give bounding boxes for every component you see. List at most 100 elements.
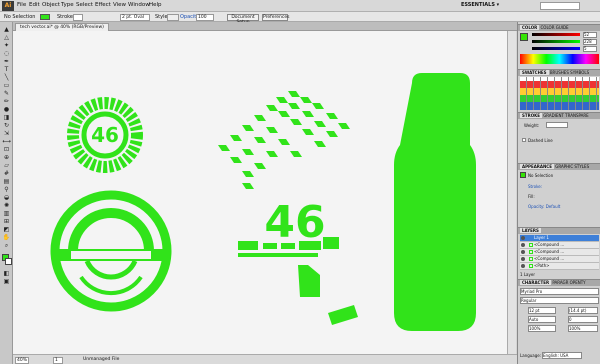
tab-layers[interactable]: LAYERS bbox=[520, 228, 541, 233]
document-setup-button[interactable]: Document Setup bbox=[227, 13, 259, 25]
stroke-panel-tabs[interactable]: STROKE GRADIENT TRANSPARE bbox=[518, 112, 600, 119]
direct-selection-tool-icon[interactable]: △ bbox=[2, 34, 11, 41]
tab-swatches[interactable]: SWATCHES bbox=[520, 70, 549, 75]
shape-builder-tool-icon[interactable]: ⊕ bbox=[2, 154, 11, 161]
tab-color-guide[interactable]: COLOR GUIDE bbox=[541, 25, 569, 30]
layer-row[interactable]: <Path> bbox=[520, 263, 599, 270]
menu-view[interactable]: View bbox=[113, 2, 126, 8]
perspective-grid-tool-icon[interactable]: ▱ bbox=[2, 162, 11, 169]
style-field[interactable] bbox=[167, 13, 179, 21]
kerning-field[interactable]: Auto bbox=[528, 316, 556, 323]
color-fill-swatch[interactable] bbox=[520, 33, 528, 41]
magic-wand-tool-icon[interactable]: ✦ bbox=[2, 42, 11, 49]
rotate-tool-icon[interactable]: ↻ bbox=[2, 122, 11, 129]
eye-icon[interactable] bbox=[521, 257, 525, 261]
fill-swatch[interactable] bbox=[40, 14, 50, 20]
weight-field[interactable] bbox=[546, 122, 568, 128]
red-slider[interactable] bbox=[532, 33, 580, 36]
layer-row[interactable]: <Compound ... bbox=[520, 249, 599, 256]
rectangle-tool-icon[interactable]: ▭ bbox=[2, 82, 11, 89]
swatches-panel-tabs[interactable]: SWATCHES BRUSHES SYMBOLS bbox=[518, 69, 600, 76]
stroke-color-swatch[interactable] bbox=[5, 258, 12, 265]
menu-help[interactable]: Help bbox=[149, 2, 162, 8]
width-tool-icon[interactable]: ⟷ bbox=[2, 138, 11, 145]
tab-brushes[interactable]: BRUSHES bbox=[550, 70, 569, 75]
menu-window[interactable]: Window bbox=[128, 2, 150, 8]
tab-transparency[interactable]: TRANSPARE bbox=[565, 113, 589, 118]
eye-icon[interactable] bbox=[521, 250, 525, 254]
artboard-tool-icon[interactable]: ⊞ bbox=[2, 218, 11, 225]
preferences-button[interactable]: Preferences bbox=[262, 13, 289, 21]
pen-tool-icon[interactable]: ✒ bbox=[2, 58, 11, 65]
layer-row[interactable]: <Compound ... bbox=[520, 256, 599, 263]
color-spectrum[interactable] bbox=[520, 54, 599, 64]
eye-icon[interactable] bbox=[521, 243, 525, 247]
green-value[interactable]: 228 bbox=[583, 39, 597, 45]
blend-tool-icon[interactable]: ◒ bbox=[2, 194, 11, 201]
character-panel-tabs[interactable]: CHARACTER PARAGR OPENTY bbox=[518, 279, 600, 286]
opacity-field[interactable]: 100 bbox=[196, 13, 214, 21]
zoom-tool-icon[interactable]: ⌕ bbox=[2, 242, 11, 249]
tab-character[interactable]: CHARACTER bbox=[520, 280, 552, 285]
appearance-fill[interactable]: Fill: bbox=[528, 194, 535, 199]
blob-brush-tool-icon[interactable]: ● bbox=[2, 106, 11, 113]
mesh-tool-icon[interactable]: # bbox=[2, 170, 11, 177]
menu-file[interactable]: File bbox=[17, 2, 26, 8]
layer-row[interactable]: <Compound ... bbox=[520, 242, 599, 249]
appearance-panel-tabs[interactable]: APPEARANCE GRAPHIC STYLES bbox=[518, 163, 600, 170]
artboard-canvas[interactable]: 46 46 bbox=[13, 31, 515, 354]
blue-slider[interactable] bbox=[532, 47, 580, 50]
workspace-switcher[interactable]: ESSENTIALS ▾ bbox=[461, 2, 499, 8]
vertical-scrollbar[interactable] bbox=[507, 31, 516, 354]
lasso-tool-icon[interactable]: ◌ bbox=[2, 50, 11, 57]
font-size-field[interactable]: 12 pt bbox=[528, 307, 556, 314]
artboard-number-field[interactable]: 1 bbox=[53, 356, 63, 364]
menu-select[interactable]: Select bbox=[76, 2, 93, 8]
hand-tool-icon[interactable]: ✋ bbox=[2, 234, 11, 241]
tab-appearance[interactable]: APPEARANCE bbox=[520, 164, 554, 169]
screen-mode-icon[interactable]: ▣ bbox=[2, 278, 11, 285]
brush-field[interactable]: 2 pt. Oval bbox=[120, 13, 150, 21]
tab-graphic-styles[interactable]: GRAPHIC STYLES bbox=[555, 164, 589, 169]
gradient-tool-icon[interactable]: ▤ bbox=[2, 178, 11, 185]
font-family-select[interactable]: Myriad Pro bbox=[520, 288, 599, 295]
menu-effect[interactable]: Effect bbox=[95, 2, 111, 8]
tab-color[interactable]: COLOR bbox=[520, 25, 540, 30]
tab-stroke[interactable]: STROKE bbox=[520, 113, 542, 118]
tab-opentype[interactable]: OPENTY bbox=[570, 280, 586, 285]
symbol-sprayer-tool-icon[interactable]: ✺ bbox=[2, 202, 11, 209]
dashed-line-checkbox[interactable] bbox=[522, 138, 526, 142]
search-input[interactable] bbox=[540, 2, 580, 10]
horizontal-scale-field[interactable]: 100% bbox=[528, 325, 556, 332]
blue-value[interactable]: 5 bbox=[583, 46, 597, 52]
font-style-select[interactable]: Regular bbox=[520, 297, 599, 304]
line-tool-icon[interactable]: ╲ bbox=[2, 74, 11, 81]
stroke-weight-field[interactable] bbox=[73, 13, 83, 21]
appearance-stroke[interactable]: Stroke: bbox=[528, 184, 542, 189]
document-tab[interactable]: tech vector.ai* @ 40% (RGB/Preview) bbox=[15, 23, 109, 31]
zoom-field[interactable]: 40% bbox=[15, 356, 29, 364]
menu-edit[interactable]: Edit bbox=[29, 2, 40, 8]
red-value[interactable]: 52 bbox=[583, 32, 597, 38]
menu-object[interactable]: Object bbox=[42, 2, 60, 8]
layer-row[interactable]: Layer 1 bbox=[520, 235, 599, 242]
slice-tool-icon[interactable]: ◩ bbox=[2, 226, 11, 233]
eye-icon[interactable] bbox=[521, 236, 525, 240]
eyedropper-tool-icon[interactable]: ⚲ bbox=[2, 186, 11, 193]
vertical-scale-field[interactable]: 100% bbox=[568, 325, 598, 332]
type-tool-icon[interactable]: T bbox=[2, 66, 11, 73]
layers-panel-tab[interactable]: LAYERS bbox=[518, 227, 600, 234]
column-graph-tool-icon[interactable]: ▥ bbox=[2, 210, 11, 217]
selection-tool-icon[interactable]: ▲ bbox=[2, 26, 11, 33]
tracking-field[interactable]: 0 bbox=[568, 316, 598, 323]
color-panel-tabs[interactable]: COLOR COLOR GUIDE bbox=[518, 24, 600, 31]
pencil-tool-icon[interactable]: ✏ bbox=[2, 98, 11, 105]
swatch-grid[interactable] bbox=[520, 77, 599, 110]
tab-paragraph[interactable]: PARAGR bbox=[552, 280, 568, 285]
green-slider[interactable] bbox=[532, 40, 580, 43]
draw-mode-icon[interactable]: ◧ bbox=[2, 270, 11, 277]
tab-gradient[interactable]: GRADIENT bbox=[543, 113, 564, 118]
leading-field[interactable]: (14.4 pt) bbox=[568, 307, 598, 314]
free-transform-tool-icon[interactable]: ⊡ bbox=[2, 146, 11, 153]
eye-icon[interactable] bbox=[521, 264, 525, 268]
